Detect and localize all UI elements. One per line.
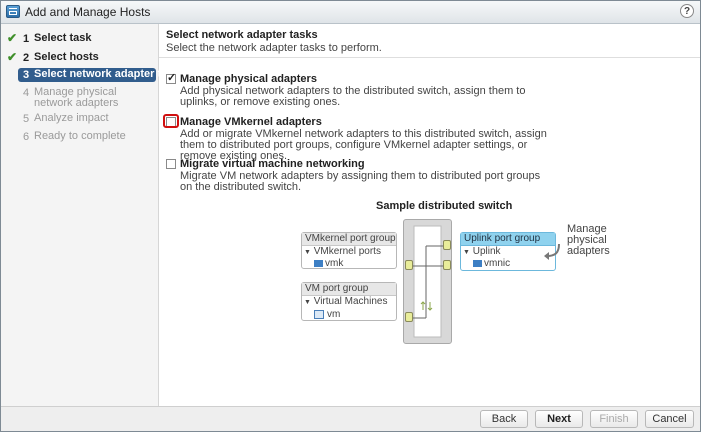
migrate-vm-networking-checkbox[interactable] <box>166 159 176 169</box>
port-group-sub: ▼ Uplink <box>463 246 501 257</box>
manage-physical-adapters-checkbox[interactable]: ✓ <box>166 72 177 84</box>
step-ready-to-complete: 6 Ready to complete <box>1 128 158 146</box>
port-group-name: VM port group <box>302 283 396 296</box>
port-group-sub: ▼ VMkernel ports <box>304 246 381 257</box>
switch-core <box>413 225 442 338</box>
port-uplink <box>443 260 451 270</box>
expand-arrow-icon: ▼ <box>463 249 470 256</box>
vm-port-group: VM port group ▼ Virtual Machines vm <box>301 282 397 321</box>
next-button[interactable]: Next <box>535 410 583 428</box>
page-title: Select network adapter tasks <box>166 29 318 41</box>
back-button[interactable]: Back <box>480 410 528 428</box>
step-label: Manage physical network adapters <box>34 86 119 109</box>
vm-icon <box>314 309 324 319</box>
step-number: 6 <box>23 131 30 143</box>
step-number: 2 <box>23 52 30 64</box>
option-description: Add physical network adapters to the dis… <box>180 85 526 108</box>
step-label: Analyze impact <box>34 112 109 124</box>
port-group-sub-label: VMkernel ports <box>313 246 381 257</box>
port-uplink <box>443 240 451 250</box>
step-analyze-impact: 5 Analyze impact <box>1 110 158 128</box>
option-label: Manage physical adapters <box>180 73 317 85</box>
step-select-task[interactable]: ✔ 1 Select task <box>1 30 158 48</box>
step-number: 1 <box>23 33 30 45</box>
port-group-name: Uplink port group <box>461 233 555 246</box>
vm-item-label: vm <box>327 309 341 320</box>
port-group-name: VMkernel port group <box>302 233 396 246</box>
title-bar: Add and Manage Hosts ? <box>1 1 700 24</box>
port-item: vmk <box>314 258 343 269</box>
step-manage-physical-network-adapters: 4 Manage physical network adapters <box>1 84 158 109</box>
step-label: Ready to complete <box>34 130 126 142</box>
help-button[interactable]: ? <box>680 4 694 18</box>
wizard-steps: ✔ 1 Select task ✔ 2 Select hosts 3 Selec… <box>1 24 186 406</box>
vm-item: vm <box>314 309 340 320</box>
step-select-hosts[interactable]: ✔ 2 Select hosts <box>1 49 158 67</box>
expand-arrow-icon: ▼ <box>304 299 311 306</box>
step-number: 3 <box>23 69 30 81</box>
cancel-button[interactable]: Cancel <box>645 410 694 428</box>
checkmark-icon: ✓ <box>167 72 177 84</box>
option-label: Manage VMkernel adapters <box>180 116 322 128</box>
finish-button[interactable]: Finish <box>590 410 638 428</box>
port-vmkernel <box>405 260 413 270</box>
port-item-label: vmk <box>325 258 344 269</box>
uplink-item: vmnic <box>473 258 510 269</box>
nic-icon <box>473 259 482 267</box>
port-group-sub-label: Uplink <box>472 246 501 257</box>
nic-icon <box>314 259 323 267</box>
checkmark-icon: ✔ <box>7 50 18 64</box>
curved-arrow-icon <box>544 243 560 260</box>
main-panel: Select network adapter tasks Select the … <box>159 24 700 406</box>
uplink-item-label: vmnic <box>484 258 511 269</box>
wizard-icon <box>6 5 20 18</box>
diagram-note: Manage physical adapters <box>567 223 610 257</box>
step-label: Select network adapter tasks <box>34 68 186 80</box>
port-group-sub: ▼ Virtual Machines <box>304 296 387 307</box>
diagram-title: Sample distributed switch <box>376 200 513 212</box>
vmkernel-port-group: VMkernel port group ▼ VMkernel ports vmk <box>301 232 397 269</box>
port-group-sub-label: Virtual Machines <box>313 296 388 307</box>
step-number: 5 <box>23 113 30 125</box>
option-description: Migrate VM network adapters by assigning… <box>180 170 541 193</box>
step-label: Select task <box>34 32 92 44</box>
step-label: Select hosts <box>34 51 99 63</box>
option-label: Migrate virtual machine networking <box>180 158 365 170</box>
wizard-window: Add and Manage Hosts ? ✔ 1 Select task ✔… <box>0 0 701 432</box>
header-divider <box>159 57 700 58</box>
distributed-switch <box>403 219 452 344</box>
page-subtitle: Select the network adapter tasks to perf… <box>166 42 382 54</box>
uplink-port-group: Uplink port group ▼ Uplink vmnic <box>460 232 556 271</box>
window-title: Add and Manage Hosts <box>25 5 151 19</box>
expand-arrow-icon: ▼ <box>304 249 311 256</box>
checkmark-icon: ✔ <box>7 31 18 45</box>
switch-internals <box>412 225 444 338</box>
wizard-footer: Back Next Finish Cancel <box>1 406 700 431</box>
step-number: 4 <box>23 87 30 99</box>
focus-highlight <box>163 114 179 128</box>
port-vm <box>405 312 413 322</box>
step-select-network-adapter-tasks[interactable]: 3 Select network adapter tasks <box>18 68 186 82</box>
